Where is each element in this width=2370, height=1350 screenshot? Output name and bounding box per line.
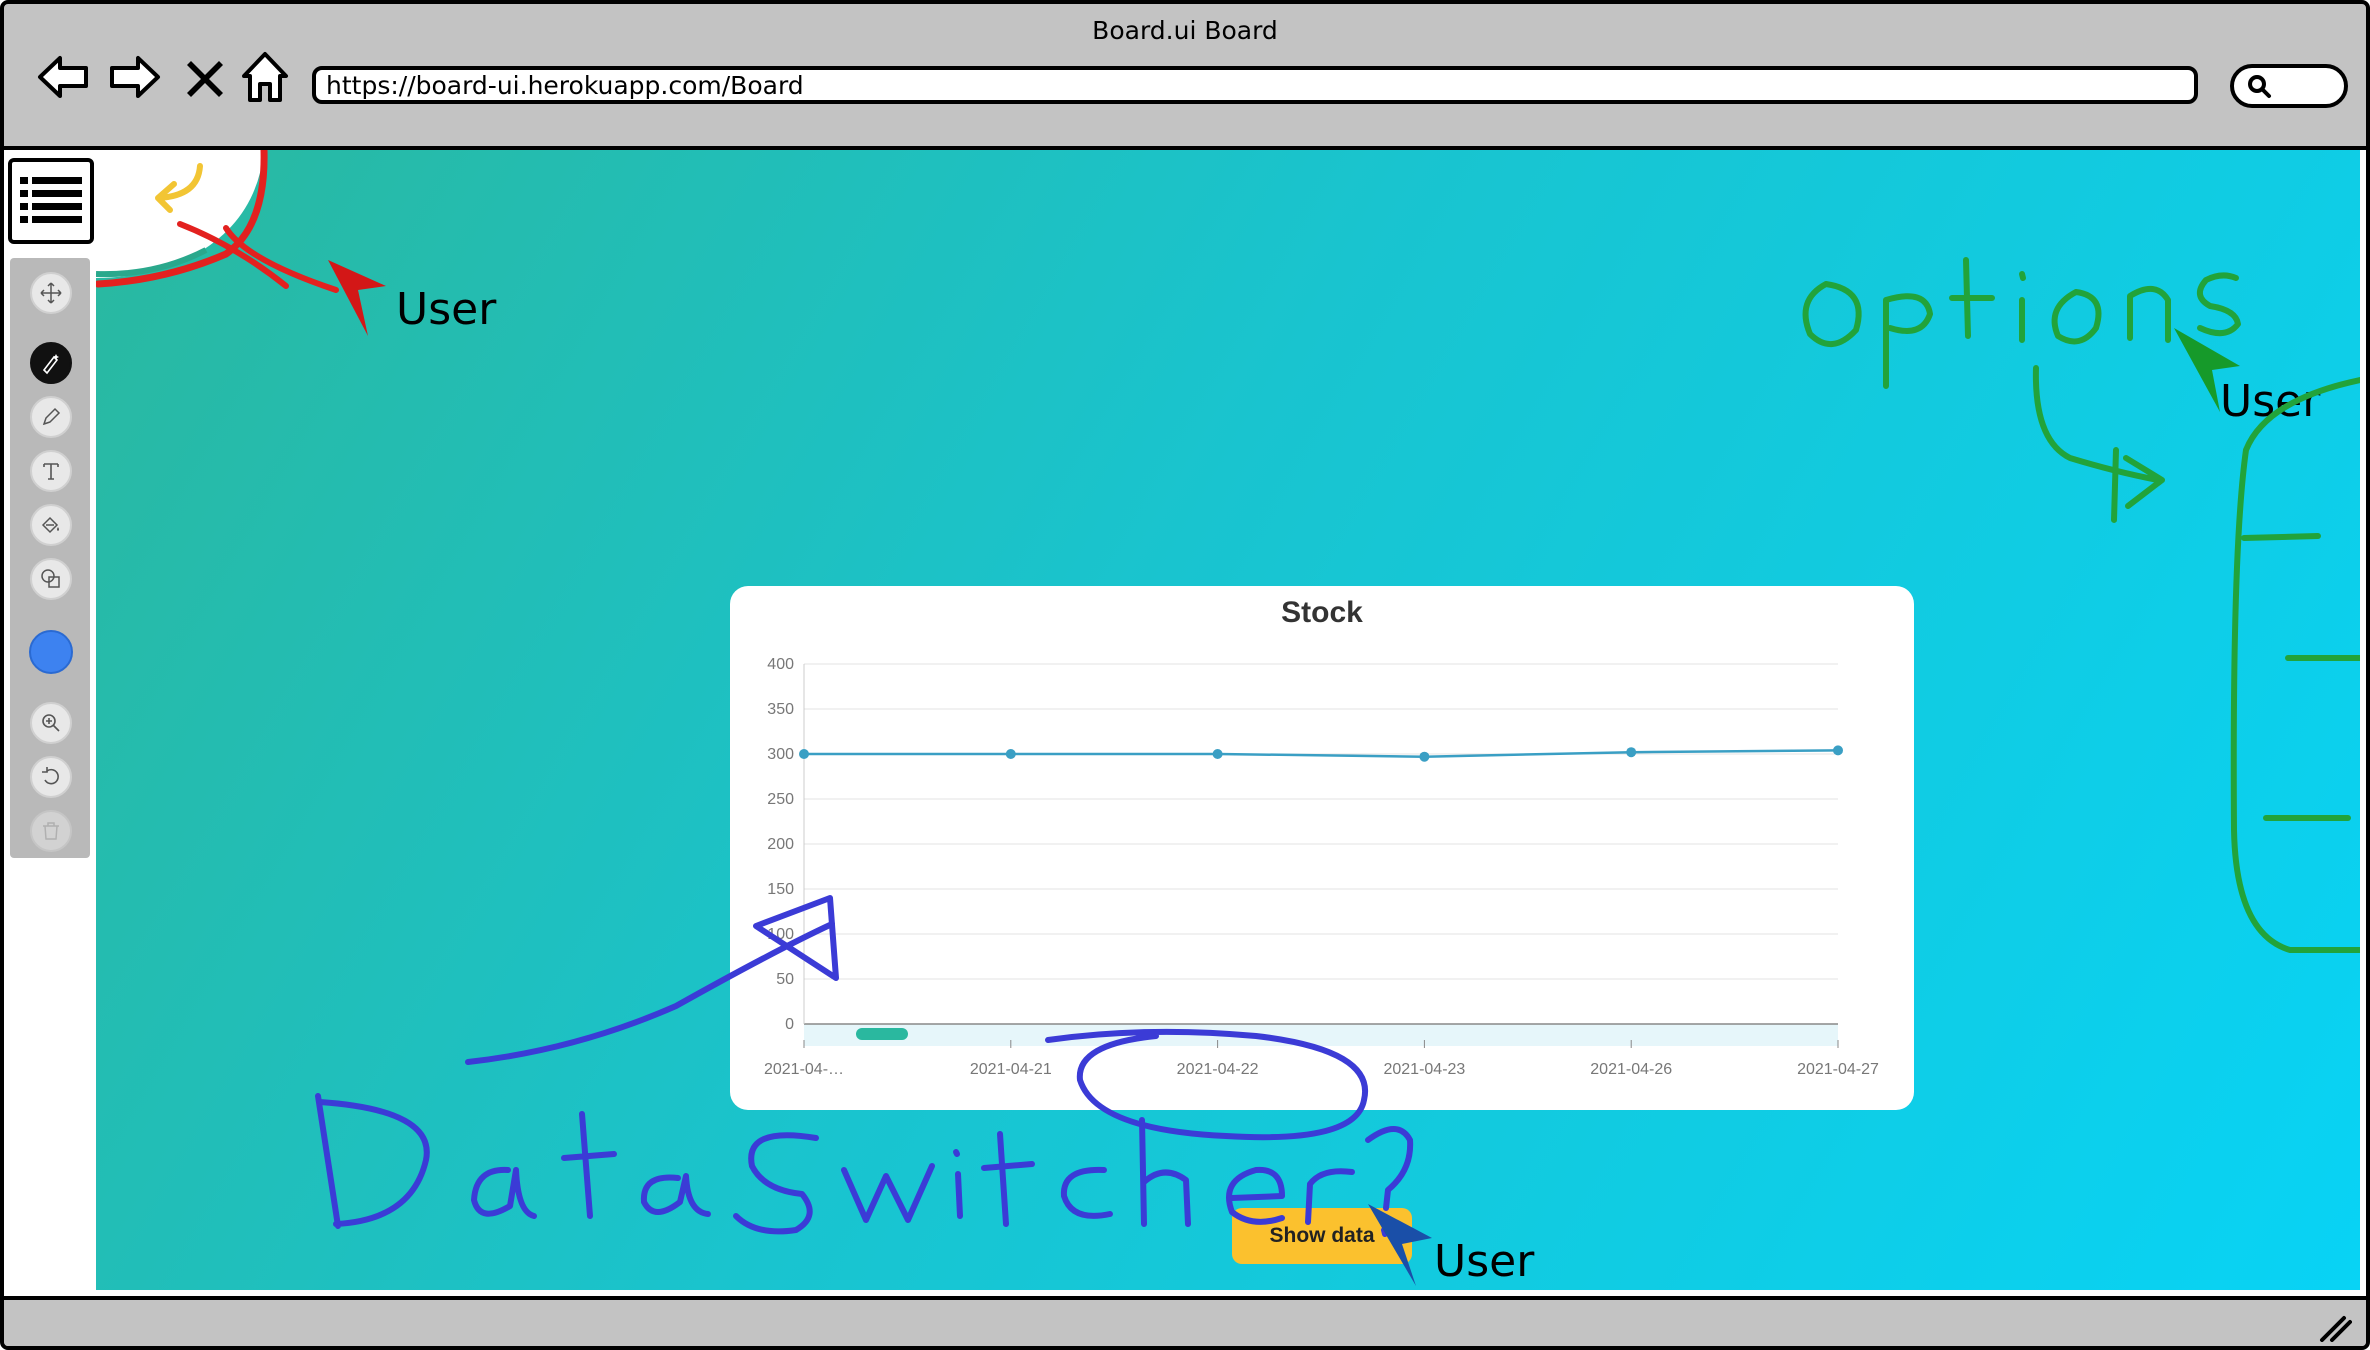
- close-icon[interactable]: [176, 50, 234, 104]
- x-tick-label: 2021-04-23: [1383, 1061, 1465, 1078]
- range-slider-track: [804, 1024, 1838, 1046]
- browser-window: Board.ui Board https://board-ui.herokuap…: [0, 0, 2370, 1350]
- data-point: [1833, 745, 1843, 756]
- window-title: Board.ui Board: [1092, 16, 1278, 45]
- url-input[interactable]: https://board-ui.herokuapp.com/Board: [312, 66, 2198, 104]
- zoom-tool[interactable]: [30, 702, 72, 744]
- corner-logo-shape: [96, 150, 264, 278]
- page-content: Stock 0 50 100 150 200 250 300 350 400 2021-04-… 2…: [4, 146, 2366, 1296]
- x-tick-label: 2021-04-26: [1590, 1061, 1672, 1078]
- show-data-button[interactable]: Show data: [1232, 1208, 1412, 1264]
- color-swatch[interactable]: [29, 630, 73, 674]
- undo-tool[interactable]: [30, 756, 72, 798]
- data-point: [1212, 749, 1223, 759]
- x-tick-label: 2021-04-21: [970, 1061, 1052, 1078]
- x-tick-label: 2021-04-27: [1797, 1061, 1879, 1078]
- home-icon[interactable]: [236, 50, 294, 104]
- chart-plot: 0 50 100 150 200 250 300 350 400 2021-04-… 2021-04…: [764, 656, 1879, 1078]
- data-point: [1005, 749, 1016, 759]
- data-point: [799, 749, 809, 759]
- list-icon: [20, 177, 82, 223]
- shapes-tool[interactable]: [30, 558, 72, 600]
- cursor-label-green: User: [2220, 376, 2321, 427]
- y-tick-label: 0: [785, 1016, 794, 1033]
- drawing-toolbar: [10, 258, 90, 858]
- magic-pen-tool[interactable]: [30, 342, 72, 384]
- arrow-right-icon[interactable]: [106, 50, 164, 104]
- y-tick-label: 50: [776, 971, 794, 988]
- x-tick-label: 2021-04-…: [764, 1061, 844, 1078]
- data-point: [1626, 747, 1637, 758]
- magic-pen-icon: [42, 354, 59, 375]
- shapes-icon: [41, 569, 60, 588]
- move-tool[interactable]: [30, 272, 72, 314]
- stock-chart: Stock 0 50 100 150 200 250 300 350 400 2021-04-… 2…: [730, 586, 1914, 1110]
- menu-button[interactable]: [8, 158, 94, 244]
- y-tick-label: 250: [767, 791, 794, 808]
- zoom-icon: [42, 714, 60, 732]
- x-tick-label: 2021-04-22: [1177, 1061, 1259, 1078]
- fill-tool[interactable]: [30, 504, 72, 546]
- search-icon: [2248, 75, 2271, 98]
- status-bar: [4, 1296, 2366, 1346]
- resize-grip-icon[interactable]: [2318, 1312, 2352, 1342]
- text-tool[interactable]: [30, 450, 72, 492]
- pencil-icon: [42, 407, 61, 426]
- move-icon: [40, 282, 62, 304]
- delete-tool[interactable]: [30, 810, 72, 852]
- range-slider-handle: [856, 1028, 908, 1040]
- search-field[interactable]: [2230, 64, 2348, 108]
- undo-icon: [42, 767, 59, 785]
- board-canvas[interactable]: Stock 0 50 100 150 200 250 300 350 400 2021-04-… 2…: [96, 150, 2360, 1290]
- red-annotation: [96, 150, 386, 336]
- y-tick-label: 350: [767, 701, 794, 718]
- text-icon: [43, 463, 59, 480]
- y-tick-label: 150: [767, 881, 794, 898]
- y-tick-label: 100: [767, 926, 794, 943]
- pencil-tool[interactable]: [30, 396, 72, 438]
- y-tick-label: 200: [767, 836, 794, 853]
- y-tick-label: 400: [767, 656, 794, 673]
- data-point: [1419, 751, 1430, 762]
- trash-icon: [43, 822, 59, 840]
- y-tick-label: 300: [767, 746, 794, 763]
- red-cursor-icon: [328, 260, 386, 336]
- fill-bucket-icon: [41, 516, 59, 534]
- cursor-label-red: User: [396, 284, 497, 335]
- arrow-left-icon[interactable]: [34, 50, 92, 104]
- cursor-label-blue: User: [1434, 1236, 1535, 1287]
